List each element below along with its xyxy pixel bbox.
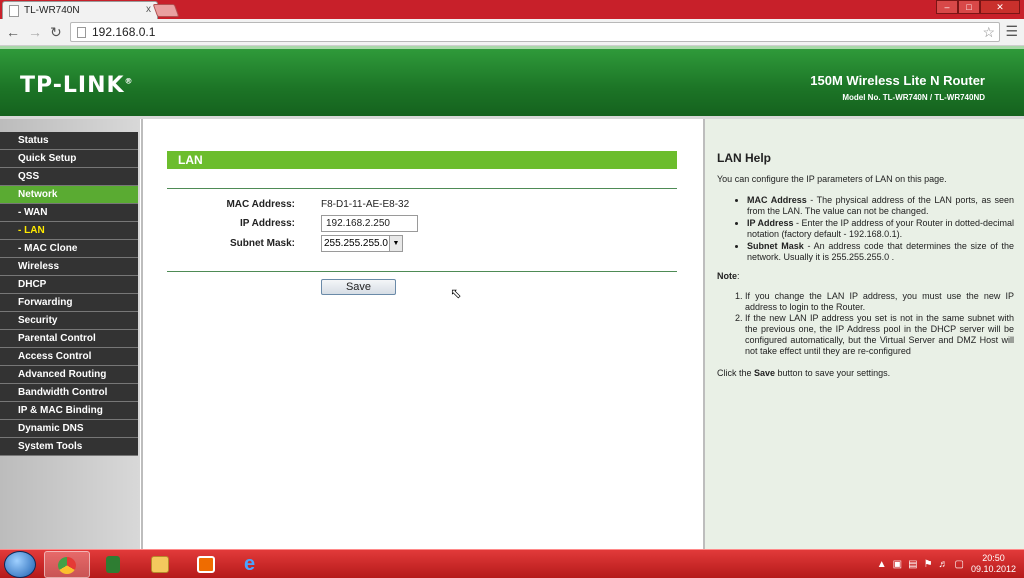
save-button[interactable]: Save	[321, 279, 396, 295]
note-list: If you change the LAN IP address, you mu…	[731, 291, 1014, 357]
sidebar-item-access-control[interactable]: Access Control	[0, 348, 138, 366]
section-title: LAN	[167, 151, 677, 169]
sidebar-item-qss[interactable]: QSS	[0, 168, 138, 186]
product-name: 150M Wireless Lite N Router	[810, 73, 985, 88]
window-controls: – □ ✕	[936, 0, 1020, 14]
list-item: MAC Address - The physical address of th…	[747, 195, 1014, 217]
mouse-cursor-icon: ⬁	[450, 285, 462, 301]
model-number: Model No. TL-WR740N / TL-WR740ND	[842, 93, 985, 102]
sidebar-item-quick-setup[interactable]: Quick Setup	[0, 150, 138, 168]
calculator-taskbar-icon[interactable]	[91, 551, 137, 578]
sidebar-item-network[interactable]: Network	[0, 186, 138, 204]
sidebar-item-lan[interactable]: - LAN	[0, 222, 138, 240]
sidebar-item-wan[interactable]: - WAN	[0, 204, 138, 222]
ip-address-label: IP Address:	[239, 218, 295, 229]
flag-tray-icon[interactable]: ⚑	[924, 559, 933, 570]
close-icon[interactable]: ✕	[980, 0, 1020, 14]
minimize-icon[interactable]: –	[936, 0, 958, 14]
taskbar: e ▲ ▣ ▤ ⚑ ♬ ▢ 20:50 09.10.2012	[0, 549, 1024, 578]
reload-icon[interactable]: ↻	[50, 24, 62, 41]
volume-tray-icon[interactable]: ♬	[939, 559, 949, 570]
clock-date: 09.10.2012	[970, 564, 1016, 574]
sidebar-item-parental-control[interactable]: Parental Control	[0, 330, 138, 348]
start-button[interactable]	[4, 551, 36, 578]
note-heading: Note:	[717, 271, 740, 281]
bookmark-star-icon[interactable]: ☆	[982, 24, 995, 41]
list-item: Subnet Mask - An address code that deter…	[747, 241, 1014, 263]
explorer-taskbar-icon[interactable]	[138, 551, 184, 578]
maximize-icon[interactable]: □	[958, 0, 980, 14]
tab-close-icon[interactable]: x	[146, 4, 151, 15]
subnet-mask-label: Subnet Mask:	[229, 238, 295, 249]
menu-icon[interactable]: ☰	[1005, 23, 1018, 40]
subnet-mask-select[interactable]: 255.255.255.0 ▼	[321, 235, 403, 252]
folder-icon	[151, 556, 169, 573]
ip-address-input[interactable]: 192.168.2.250	[321, 215, 418, 232]
help-footer: Click the Save button to save your setti…	[717, 368, 891, 378]
tp-link-logo: TP-LINK®	[20, 73, 134, 98]
sidebar-item-security[interactable]: Security	[0, 312, 138, 330]
page-icon	[77, 26, 86, 38]
browser-tab[interactable]: TL-WR740N x	[2, 1, 158, 19]
clock[interactable]: 20:50 09.10.2012	[971, 553, 1016, 575]
new-tab-button[interactable]	[152, 4, 180, 17]
sidebar-item-mac-clone[interactable]: - MAC Clone	[0, 240, 138, 258]
chrome-taskbar-icon[interactable]	[44, 551, 90, 578]
subnet-mask-value: 255.255.255.0	[324, 238, 388, 249]
dropdown-arrow-icon[interactable]: ▼	[389, 236, 402, 251]
sidebar-item-system-tools[interactable]: System Tools	[0, 438, 138, 456]
divider	[167, 271, 677, 272]
sidebar-item-advanced-routing[interactable]: Advanced Routing	[0, 366, 138, 384]
sidebar-item-bandwidth-control[interactable]: Bandwidth Control	[0, 384, 138, 402]
internet-explorer-icon: e	[244, 553, 256, 575]
browser-toolbar: ← → ↻ 192.168.0.1 ☆ ☰	[0, 19, 1024, 46]
forward-arrow-icon[interactable]: →	[28, 24, 42, 40]
sidebar: Status Quick Setup QSS Network - WAN - L…	[0, 119, 140, 549]
sidebar-item-forwarding[interactable]: Forwarding	[0, 294, 138, 312]
address-bar[interactable]: 192.168.0.1 ☆	[70, 22, 1000, 42]
page-icon	[9, 4, 19, 17]
calculator-icon	[106, 556, 120, 573]
chrome-icon	[58, 557, 76, 574]
media-player-taskbar-icon[interactable]	[184, 551, 230, 578]
router-header: TP-LINK® 150M Wireless Lite N Router Mod…	[0, 46, 1024, 116]
media-player-icon	[197, 556, 215, 573]
device-tray-icon[interactable]: ▤	[908, 559, 917, 570]
show-hidden-icons-icon[interactable]: ▲	[877, 559, 887, 570]
mac-address-value: F8-D1-11-AE-E8-32	[321, 199, 410, 210]
network-tray-icon[interactable]: ▣	[893, 559, 902, 570]
help-title: LAN Help	[717, 151, 771, 165]
list-item: If you change the LAN IP address, you mu…	[745, 291, 1014, 313]
browser-tab-bar: TL-WR740N x – □ ✕	[0, 0, 1024, 19]
lan-settings-panel: LAN MAC Address: F8-D1-11-AE-E8-32 IP Ad…	[141, 119, 703, 549]
ie-taskbar-icon[interactable]: e	[231, 551, 277, 578]
list-item: IP Address - Enter the IP address of you…	[747, 218, 1014, 240]
sidebar-item-dynamic-dns[interactable]: Dynamic DNS	[0, 420, 138, 438]
display-tray-icon[interactable]: ▢	[955, 559, 964, 570]
tab-title: TL-WR740N	[24, 5, 80, 16]
help-list: MAC Address - The physical address of th…	[731, 195, 1014, 264]
system-tray: ▲ ▣ ▤ ⚑ ♬ ▢	[877, 559, 964, 570]
clock-time: 20:50	[982, 553, 1005, 563]
help-panel: LAN Help You can configure the IP parame…	[703, 119, 1024, 549]
sidebar-item-wireless[interactable]: Wireless	[0, 258, 138, 276]
sidebar-menu: Status Quick Setup QSS Network - WAN - L…	[0, 132, 138, 456]
back-arrow-icon[interactable]: ←	[6, 24, 20, 40]
help-intro: You can configure the IP parameters of L…	[717, 174, 947, 184]
sidebar-item-dhcp[interactable]: DHCP	[0, 276, 138, 294]
url-text: 192.168.0.1	[92, 25, 156, 39]
mac-address-label: MAC Address:	[226, 199, 295, 210]
sidebar-item-status[interactable]: Status	[0, 132, 138, 150]
divider	[167, 188, 677, 189]
sidebar-item-ip-mac-binding[interactable]: IP & MAC Binding	[0, 402, 138, 420]
list-item: If the new LAN IP address you set is not…	[745, 313, 1014, 357]
